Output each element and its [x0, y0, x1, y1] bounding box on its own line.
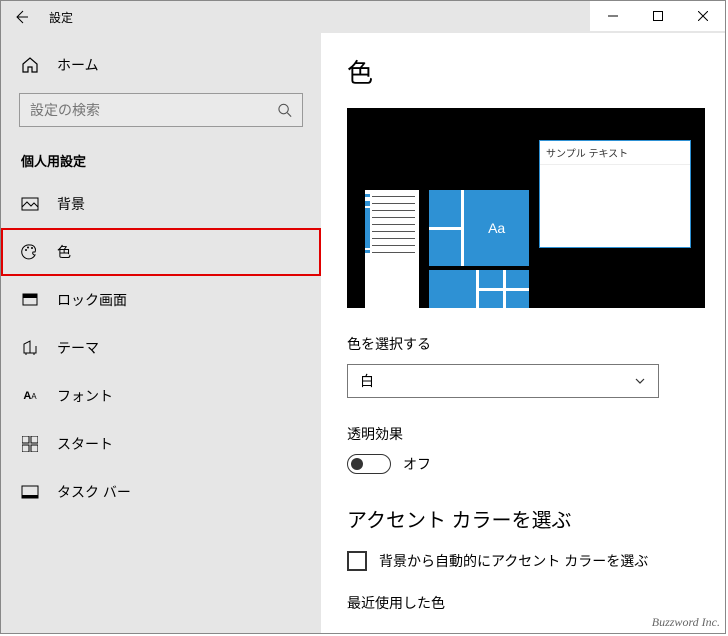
sidebar-item-label: フォント [57, 386, 113, 406]
color-select-label: 色を選択する [347, 334, 699, 354]
toggle-knob [351, 458, 363, 470]
sidebar: ホーム 個人用設定 背景 色 [1, 33, 321, 633]
sidebar-item-label: テーマ [57, 338, 99, 358]
sidebar-item-fonts[interactable]: AA フォント [1, 372, 321, 420]
accent-color-title: アクセント カラーを選ぶ [347, 504, 699, 533]
font-icon: AA [21, 387, 39, 405]
recent-colors-label: 最近使用した色 [347, 593, 699, 613]
color-select-value: 白 [360, 371, 374, 391]
sidebar-item-label: 背景 [57, 194, 85, 214]
main-content: 色 [321, 33, 725, 633]
close-icon [698, 11, 708, 21]
back-button[interactable] [13, 9, 29, 25]
sidebar-item-taskbar[interactable]: タスク バー [1, 468, 321, 516]
maximize-button[interactable] [635, 1, 680, 31]
lockscreen-icon [21, 291, 39, 309]
chevron-down-icon [634, 375, 646, 387]
page-title: 色 [347, 53, 699, 90]
color-select-dropdown[interactable]: 白 [347, 364, 659, 398]
sidebar-home[interactable]: ホーム [1, 43, 321, 87]
sidebar-category: 個人用設定 [1, 137, 321, 180]
window-title: 設定 [49, 9, 73, 26]
start-icon [21, 435, 39, 453]
preview-document [365, 190, 419, 308]
transparency-toggle[interactable] [347, 454, 391, 474]
watermark: Buzzword Inc. [652, 615, 720, 630]
sidebar-item-label: スタート [57, 434, 113, 454]
sidebar-item-label: 色 [57, 242, 71, 262]
palette-icon [21, 243, 39, 261]
transparency-label: 透明効果 [347, 424, 699, 444]
image-icon [21, 195, 39, 213]
search-icon [277, 102, 292, 118]
arrow-left-icon [13, 9, 29, 25]
theme-icon [21, 339, 39, 357]
minimize-icon [608, 11, 618, 21]
titlebar: 設定 [1, 1, 725, 33]
close-button[interactable] [680, 1, 725, 31]
auto-accent-checkbox[interactable] [347, 551, 367, 571]
preview-sample-window: サンプル テキスト [539, 140, 691, 248]
sidebar-item-colors[interactable]: 色 [1, 228, 321, 276]
sidebar-item-start[interactable]: スタート [1, 420, 321, 468]
taskbar-icon [21, 483, 39, 501]
home-icon [21, 56, 39, 74]
sidebar-home-label: ホーム [57, 55, 99, 75]
preview-aa: Aa [464, 190, 529, 266]
sidebar-item-lockscreen[interactable]: ロック画面 [1, 276, 321, 324]
color-preview: Aa サンプル テキスト [347, 108, 705, 308]
search-box[interactable] [19, 93, 303, 127]
search-input[interactable] [30, 102, 277, 118]
maximize-icon [653, 11, 663, 21]
sidebar-item-label: ロック画面 [57, 290, 127, 310]
sidebar-item-themes[interactable]: テーマ [1, 324, 321, 372]
minimize-button[interactable] [590, 1, 635, 31]
preview-sample-text: サンプル テキスト [540, 141, 690, 165]
auto-accent-label: 背景から自動的にアクセント カラーを選ぶ [379, 551, 648, 571]
sidebar-item-label: タスク バー [57, 482, 131, 502]
transparency-state: オフ [403, 454, 431, 474]
preview-tiles: Aa [429, 190, 529, 308]
sidebar-item-background[interactable]: 背景 [1, 180, 321, 228]
